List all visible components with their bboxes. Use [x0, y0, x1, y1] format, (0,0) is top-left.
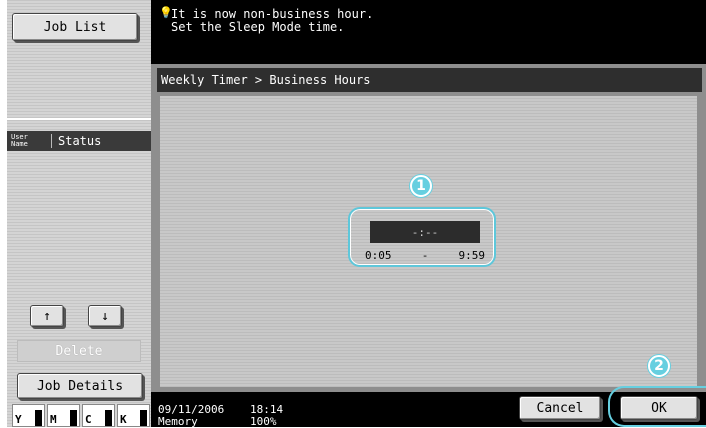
range-end: 9:59 [458, 248, 486, 262]
delete-button[interactable]: Delete [17, 340, 141, 362]
job-list-button[interactable]: Job List [12, 13, 138, 41]
ok-button[interactable]: OK [620, 396, 698, 420]
toner-bar [140, 410, 147, 426]
toner-label: C [85, 413, 92, 426]
job-details-button[interactable]: Job Details [17, 373, 143, 399]
callout-2: 2 [648, 355, 670, 377]
status-memory-label: Memory [158, 415, 198, 428]
toner-level-indicator: Y M C K [12, 404, 150, 427]
toner-magenta: M [47, 404, 80, 427]
column-separator [51, 134, 52, 148]
range-start: 0:05 [365, 248, 392, 262]
toner-yellow: Y [12, 404, 45, 427]
message-line-1: It is now non-business hour. [171, 7, 374, 21]
business-hours-range: 0:05 - 9:59 [365, 247, 485, 263]
sidebar-divider [7, 118, 151, 120]
range-separator: - [421, 248, 429, 262]
column-user-name: User Name [11, 133, 28, 148]
arrow-up-icon: ↑ [43, 308, 51, 324]
toner-cyan: C [82, 404, 115, 427]
toner-label: M [50, 413, 57, 426]
cancel-button[interactable]: Cancel [519, 396, 601, 420]
column-status: Status [58, 134, 102, 148]
sidebar [7, 0, 151, 427]
job-list-column-header: User Name Status [7, 131, 151, 151]
toner-label: Y [15, 413, 22, 426]
toner-bar [105, 410, 112, 426]
message-bar: 💡 It is now non-business hour. Set the S… [151, 0, 706, 64]
sleep-mode-time-input[interactable]: -:-- [370, 221, 480, 243]
arrow-down-icon: ↓ [101, 308, 109, 324]
breadcrumb: Weekly Timer > Business Hours [157, 68, 702, 92]
scroll-down-button[interactable]: ↓ [88, 305, 122, 327]
status-memory-value: 100% [250, 415, 277, 428]
toner-bar [70, 410, 77, 426]
toner-bar [35, 410, 42, 426]
toner-black: K [117, 404, 150, 427]
toner-label: K [120, 413, 127, 426]
callout-1: 1 [410, 175, 432, 197]
scroll-up-button[interactable]: ↑ [30, 305, 64, 327]
message-line-2: Set the Sleep Mode time. [171, 20, 345, 34]
